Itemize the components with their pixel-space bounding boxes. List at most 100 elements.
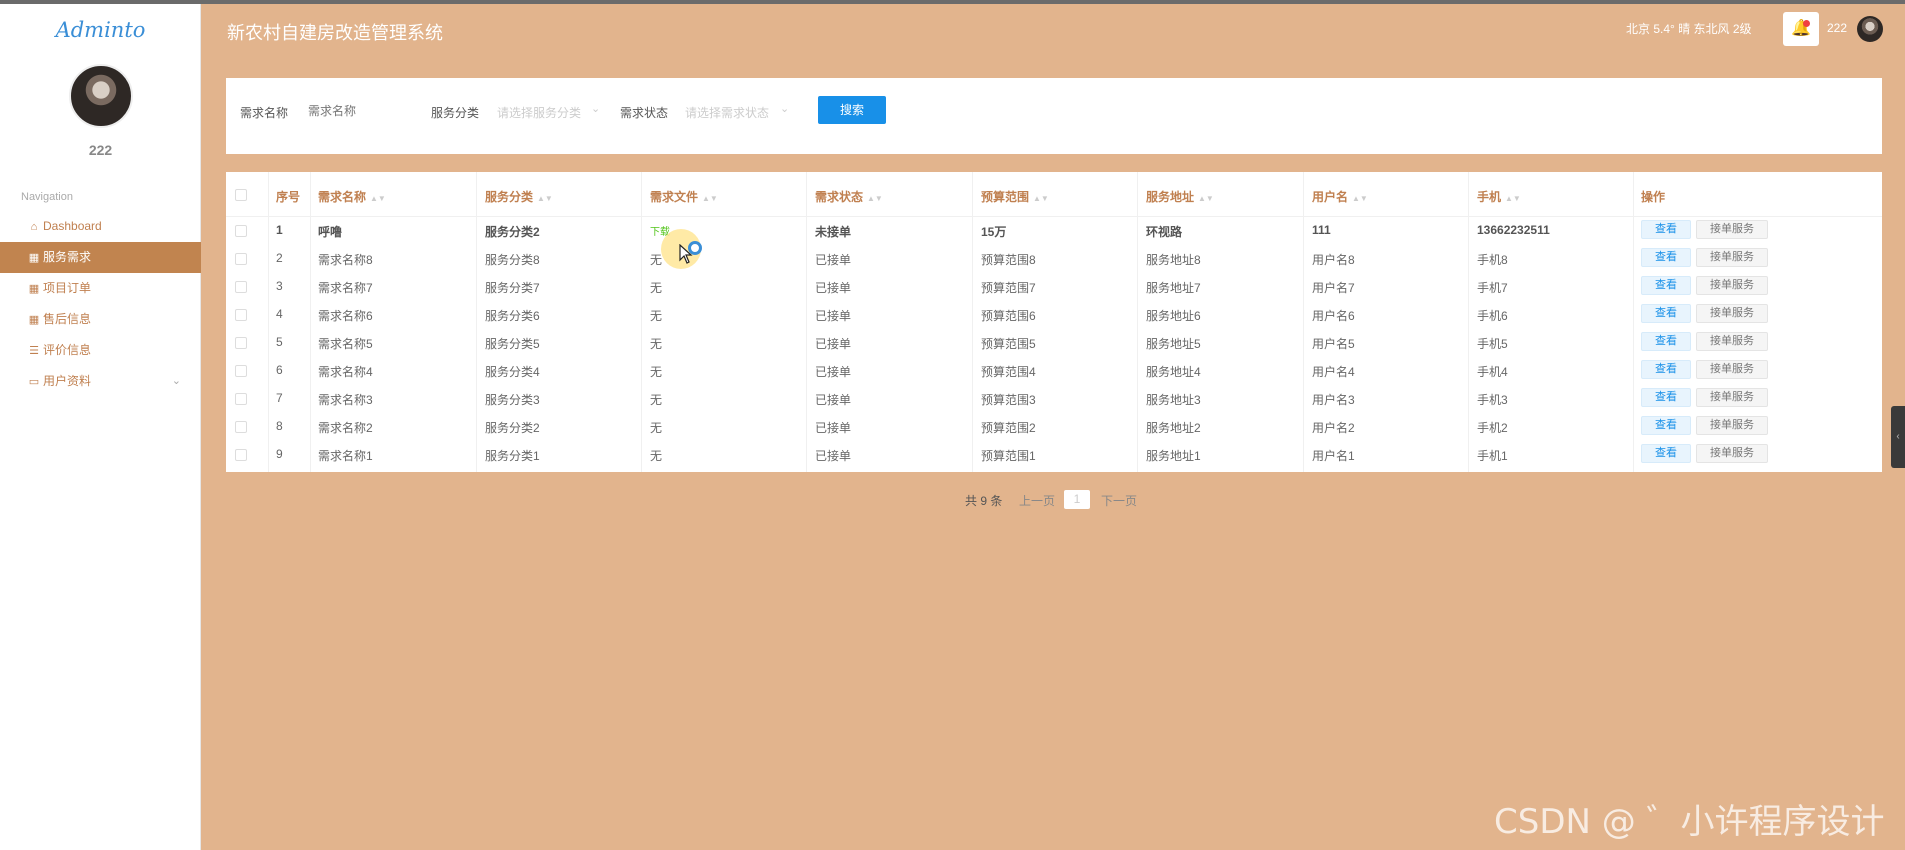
take-order-button[interactable]: 接单服务 [1696, 416, 1768, 435]
data-table: 序号 需求名称 ▲▼ 服务分类 ▲▼ 需求文件 ▲▼ 需求状态 ▲▼ 预算范围 ▲▼ 服务地址 ▲▼ 用户… [226, 172, 1882, 472]
row-checkbox[interactable] [235, 393, 247, 405]
view-button[interactable]: 查看 [1641, 220, 1691, 239]
table-cell: 用户名4 [1312, 365, 1355, 379]
column-header: 操作 [1641, 188, 1665, 205]
table-cell: 预算范围3 [981, 393, 1036, 407]
table-row: 8 需求名称2 服务分类2 无 已接单 预算范围2 服务地址2 用户名2 手机2 查看 接单服务 [226, 413, 1882, 441]
search-button[interactable]: 搜索 [818, 96, 886, 124]
view-button[interactable]: 查看 [1641, 304, 1691, 323]
list-icon: ☰ [29, 345, 39, 357]
take-order-button[interactable]: 接单服务 [1696, 220, 1768, 239]
column-header-label: 手机 [1477, 190, 1502, 204]
table-cell: 用户名6 [1312, 309, 1355, 323]
pagination-next[interactable]: 下一页 [1101, 492, 1137, 509]
table-cell: 用户名3 [1312, 393, 1355, 407]
take-order-button[interactable]: 接单服务 [1696, 332, 1768, 351]
table-cell: 未接单 [815, 225, 852, 239]
column-header-label: 操作 [1641, 190, 1666, 204]
table-cell: 手机1 [1477, 449, 1508, 463]
column-header[interactable]: 用户名 ▲▼ [1312, 188, 1368, 205]
take-order-button[interactable]: 接单服务 [1696, 444, 1768, 463]
row-checkbox[interactable] [235, 449, 247, 461]
row-checkbox[interactable] [235, 365, 247, 377]
sort-icon[interactable]: ▲▼ [370, 194, 386, 203]
sidebar-item-label: 服务需求 [43, 250, 92, 264]
select-all-checkbox[interactable] [235, 189, 247, 201]
sort-icon[interactable]: ▲▼ [1033, 194, 1049, 203]
row-checkbox[interactable] [235, 309, 247, 321]
table-cell: 服务分类7 [485, 281, 540, 295]
sidebar-item-label: 售后信息 [43, 312, 92, 326]
notification-button[interactable]: 🔔 [1783, 12, 1819, 46]
sort-icon[interactable]: ▲▼ [1198, 194, 1214, 203]
take-order-button[interactable]: 接单服务 [1696, 248, 1768, 267]
row-checkbox[interactable] [235, 421, 247, 433]
sidebar-item[interactable]: ▦ 项目订单 [0, 273, 201, 304]
sort-icon[interactable]: ▲▼ [537, 194, 553, 203]
watermark: CSDN @ ゛小许程序设计 [1494, 802, 1885, 842]
column-header[interactable]: 预算范围 ▲▼ [981, 188, 1049, 205]
sidebar-item[interactable]: ▭ 用户资料 ⌄ [0, 366, 201, 397]
row-checkbox[interactable] [235, 337, 247, 349]
search-status-select[interactable]: 请选择需求状态 [685, 104, 769, 121]
view-button[interactable]: 查看 [1641, 444, 1691, 463]
take-order-button[interactable]: 接单服务 [1696, 388, 1768, 407]
view-button[interactable]: 查看 [1641, 276, 1691, 295]
view-button[interactable]: 查看 [1641, 360, 1691, 379]
column-header-label: 序号 [276, 190, 301, 204]
table-cell: 2 [276, 251, 283, 265]
table-cell: 8 [276, 419, 283, 433]
column-header[interactable]: 需求状态 ▲▼ [815, 188, 883, 205]
sort-icon[interactable]: ▲▼ [702, 194, 718, 203]
table-cell: 服务地址5 [1146, 337, 1201, 351]
take-order-button[interactable]: 接单服务 [1696, 276, 1768, 295]
grid-icon: ▦ [28, 283, 40, 295]
pagination-total: 共 9 条 [965, 494, 1003, 508]
sort-icon[interactable]: ▲▼ [1352, 194, 1368, 203]
table-cell: 6 [276, 363, 283, 377]
view-button[interactable]: 查看 [1641, 248, 1691, 267]
header-username[interactable]: 222 [1827, 21, 1847, 35]
row-checkbox[interactable] [235, 225, 247, 237]
row-checkbox[interactable] [235, 253, 247, 265]
column-header[interactable]: 手机 ▲▼ [1477, 188, 1521, 205]
take-order-button[interactable]: 接单服务 [1696, 304, 1768, 323]
view-button[interactable]: 查看 [1641, 332, 1691, 351]
row-checkbox[interactable] [235, 281, 247, 293]
table-cell: 13662232511 [1477, 223, 1550, 237]
column-header[interactable]: 服务分类 ▲▼ [485, 188, 553, 205]
header-avatar[interactable] [1857, 16, 1883, 42]
table-cell: 7 [276, 391, 283, 405]
chevron-down-icon: ⌄ [171, 375, 181, 387]
column-header[interactable]: 服务地址 ▲▼ [1146, 188, 1214, 205]
pagination-prev[interactable]: 上一页 [1019, 492, 1055, 509]
logo[interactable]: Adminto [0, 18, 201, 42]
table-cell: 服务地址1 [1146, 449, 1201, 463]
sidebar-item[interactable]: ▦ 售后信息 [0, 304, 201, 335]
table-cell: 4 [276, 307, 283, 321]
search-name-input[interactable] [308, 104, 418, 118]
table-cell: 服务分类1 [485, 449, 540, 463]
table-cell: 需求名称8 [318, 253, 373, 267]
column-header[interactable]: 需求名称 ▲▼ [318, 188, 386, 205]
pagination-page[interactable]: 1 [1064, 490, 1090, 509]
table-cell: 预算范围8 [981, 253, 1036, 267]
table-cell: 无 [650, 393, 663, 407]
sidebar-item[interactable]: ▦ 服务需求 [0, 242, 201, 273]
sidebar-item[interactable]: ☰ 评价信息 [0, 335, 201, 366]
sort-icon[interactable]: ▲▼ [1505, 194, 1521, 203]
search-category-select[interactable]: 请选择服务分类 [497, 104, 581, 121]
column-header[interactable]: 需求文件 ▲▼ [650, 188, 718, 205]
side-collapse-handle[interactable]: ‹ [1891, 406, 1905, 468]
table-cell: 无 [650, 281, 663, 295]
search-name-label: 需求名称 [240, 106, 289, 120]
sort-icon[interactable]: ▲▼ [867, 194, 883, 203]
avatar[interactable] [69, 64, 133, 128]
grid-icon: ▦ [28, 314, 40, 326]
view-button[interactable]: 查看 [1641, 388, 1691, 407]
take-order-button[interactable]: 接单服务 [1696, 360, 1768, 379]
table-cell: 需求名称1 [318, 449, 373, 463]
view-button[interactable]: 查看 [1641, 416, 1691, 435]
sidebar-item[interactable]: ⌂ Dashboard [0, 211, 201, 242]
table-row: 7 需求名称3 服务分类3 无 已接单 预算范围3 服务地址3 用户名3 手机3 查看 接单服务 [226, 385, 1882, 413]
